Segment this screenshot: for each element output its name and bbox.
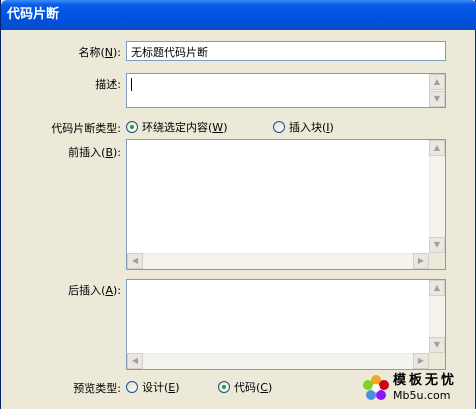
scroll-up-icon[interactable]: ▲ — [429, 140, 445, 156]
insert-after-label: 后插入(A): — [68, 284, 121, 297]
snippet-dialog: 代码片断 名称(N): 无标题代码片断 描述: ▲ ▼ 代码片断类型: 环绕选定… — [0, 0, 476, 409]
preview-type-label: 预览类型: — [73, 382, 121, 395]
watermark-logo: 模板无忧 Mb5u.com — [361, 369, 471, 405]
insert-before-hscrollbar[interactable]: ◀ ▶ — [127, 253, 429, 269]
scroll-down-icon[interactable]: ▼ — [429, 237, 445, 253]
radio-checked-icon[interactable] — [126, 121, 138, 133]
radio-unchecked-icon[interactable] — [273, 121, 285, 133]
scroll-up-icon[interactable]: ▲ — [429, 280, 445, 296]
text-caret — [131, 78, 132, 91]
scroll-up-icon[interactable]: ▲ — [429, 74, 445, 90]
watermark-text: 模板无忧 — [393, 373, 458, 388]
scroll-right-icon[interactable]: ▶ — [413, 253, 429, 269]
description-vscrollbar[interactable]: ▲ ▼ — [429, 74, 445, 107]
insert-after-hscrollbar[interactable]: ◀ ▶ — [127, 353, 429, 369]
radio-wrap-selection[interactable]: 环绕选定内容(W) — [126, 119, 227, 135]
scroll-down-icon[interactable]: ▼ — [429, 337, 445, 353]
description-label: 描述: — [95, 78, 121, 91]
radio-preview-design[interactable]: 设计(E) — [126, 379, 180, 395]
scroll-down-icon[interactable]: ▼ — [429, 91, 445, 107]
radio-checked-icon[interactable] — [218, 381, 230, 393]
scroll-corner — [429, 253, 445, 269]
radio-insert-block[interactable]: 插入块(I) — [273, 119, 334, 135]
radio-unchecked-icon[interactable] — [126, 381, 138, 393]
insert-before-vscrollbar[interactable]: ▲ ▼ — [429, 140, 445, 253]
description-field[interactable]: ▲ ▼ — [126, 73, 446, 108]
window-title: 代码片断 — [7, 7, 60, 22]
name-label: 名称(N): — [78, 46, 121, 59]
insert-before-field[interactable]: ▲ ▼ ◀ ▶ — [126, 139, 446, 270]
snippet-type-label: 代码片断类型: — [51, 122, 121, 135]
scroll-left-icon[interactable]: ◀ — [127, 353, 143, 369]
insert-before-label: 前插入(B): — [68, 146, 121, 159]
insert-after-field[interactable]: ▲ ▼ ◀ ▶ — [126, 279, 446, 370]
name-field[interactable]: 无标题代码片断 — [126, 41, 446, 61]
scroll-corner — [429, 353, 445, 369]
watermark-subtext: Mb5u.com — [393, 389, 451, 402]
title-bar: 代码片断 — [1, 0, 476, 30]
insert-after-vscrollbar[interactable]: ▲ ▼ — [429, 280, 445, 353]
flower-logo-icon — [363, 375, 389, 400]
scroll-left-icon[interactable]: ◀ — [127, 253, 143, 269]
radio-preview-code[interactable]: 代码(C) — [218, 379, 272, 395]
scroll-right-icon[interactable]: ▶ — [413, 353, 429, 369]
